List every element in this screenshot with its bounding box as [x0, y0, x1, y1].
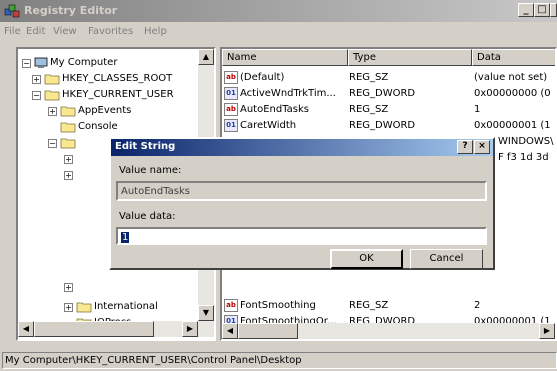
column-type[interactable]: Type — [348, 49, 472, 66]
value-type: REG_SZ — [349, 72, 389, 83]
folder-icon — [60, 122, 76, 133]
string-value-icon: ab — [224, 299, 238, 312]
value-data: WINDOWS\ — [498, 136, 554, 147]
expand-icon[interactable]: + — [64, 155, 73, 164]
value-type: REG_DWORD — [349, 88, 416, 99]
tree-item-control-panel[interactable]: − — [20, 135, 120, 151]
value-name: FontSmoothing — [240, 300, 316, 311]
tree-label: AppEvents — [78, 105, 132, 116]
scroll-up-icon[interactable]: ▲ — [198, 49, 214, 65]
list-horizontal-scrollbar[interactable]: ◀ ▶ — [222, 323, 555, 339]
scroll-thumb[interactable] — [34, 321, 154, 337]
dialog-title-bar: Edit String ? × — [111, 139, 493, 156]
value-data: 2 — [474, 300, 481, 311]
ok-button[interactable]: OK — [330, 249, 403, 269]
registry-editor-icon — [4, 4, 20, 18]
cancel-button[interactable]: Cancel — [410, 249, 483, 269]
minimize-button[interactable]: _ — [518, 3, 534, 17]
help-button[interactable]: ? — [457, 140, 473, 154]
menu-file[interactable]: File — [4, 26, 21, 37]
scroll-left-icon[interactable]: ◀ — [18, 321, 34, 337]
value-data: F f3 1d 3d — [498, 152, 549, 163]
open-folder-icon — [44, 90, 60, 101]
tree-label: HKEY_CURRENT_USER — [62, 89, 174, 100]
scroll-left-icon[interactable]: ◀ — [222, 323, 238, 339]
expand-icon[interactable]: + — [64, 303, 73, 312]
value-name: AutoEndTasks — [240, 104, 310, 115]
string-value-icon: ab — [224, 71, 238, 84]
expand-icon[interactable]: + — [48, 107, 57, 116]
value-name: ActiveWndTrkTim... — [240, 88, 336, 99]
column-name[interactable]: Name — [222, 49, 348, 66]
scroll-right-icon[interactable]: ▶ — [539, 323, 555, 339]
menu-bar: File Edit View Favorites Help — [0, 22, 557, 42]
expand-icon[interactable]: + — [64, 283, 73, 292]
tree-horizontal-scrollbar[interactable]: ◀ ▶ — [18, 321, 214, 337]
expand-icon[interactable]: + — [64, 171, 73, 180]
value-name: CaretWidth — [240, 120, 297, 131]
tree-label: HKEY_CLASSES_ROOT — [62, 73, 173, 84]
folder-icon — [76, 302, 92, 313]
scroll-thumb[interactable] — [238, 323, 298, 339]
menu-view[interactable]: View — [53, 26, 77, 37]
tree-label: International — [94, 301, 158, 312]
string-value-icon: ab — [224, 103, 238, 116]
status-path: My Computer\HKEY_CURRENT_USER\Control Pa… — [2, 352, 557, 369]
dialog-title: Edit String — [115, 141, 176, 152]
collapse-icon[interactable]: − — [32, 91, 41, 100]
list-row[interactable]: 01 ActiveWndTrkTim... REG_DWORD 0x000000… — [222, 86, 555, 102]
list-row[interactable]: 01 CaretWidth REG_DWORD 0x00000001 (1 — [222, 118, 555, 134]
expand-icon[interactable]: + — [32, 75, 41, 84]
value-type: REG_DWORD — [349, 120, 416, 131]
value-name-label: Value name: — [119, 165, 182, 176]
value-name: (Default) — [240, 72, 285, 83]
maximize-button[interactable]: □ — [534, 3, 550, 17]
value-data: 1 — [474, 104, 481, 115]
dword-value-icon: 01 — [224, 87, 238, 100]
status-bar: My Computer\HKEY_CURRENT_USER\Control Pa… — [0, 350, 557, 371]
dialog-close-button[interactable]: × — [474, 140, 490, 154]
selected-text: 1 — [121, 232, 130, 243]
folder-icon — [44, 74, 60, 85]
open-folder-icon — [60, 138, 76, 149]
column-data[interactable]: Data — [472, 49, 555, 66]
window-title: Registry Editor — [24, 4, 118, 17]
value-data: 0x00000001 (1 — [474, 120, 551, 131]
list-row[interactable]: ab AutoEndTasks REG_SZ 1 — [222, 102, 555, 118]
value-name-field: AutoEndTasks — [116, 181, 487, 201]
tree-label: My Computer — [50, 57, 118, 68]
list-header: Name Type Data — [222, 49, 555, 66]
computer-icon — [34, 57, 48, 68]
dword-value-icon: 01 — [224, 119, 238, 132]
edit-string-dialog: Edit String ? × Value name: AutoEndTasks… — [109, 137, 495, 270]
value-type: REG_SZ — [349, 104, 389, 115]
title-bar: Registry Editor _ □ — [0, 0, 557, 22]
value-type: REG_SZ — [349, 300, 389, 311]
tree-label: Console — [78, 121, 118, 132]
collapse-icon[interactable]: − — [22, 59, 31, 68]
scroll-right-icon[interactable]: ▶ — [182, 321, 198, 337]
collapse-icon[interactable]: − — [48, 139, 57, 148]
menu-help[interactable]: Help — [144, 26, 167, 37]
scroll-down-icon[interactable]: ▼ — [198, 305, 214, 321]
value-data: 0x00000000 (0 — [474, 88, 551, 99]
value-data-input[interactable]: 1 — [116, 227, 487, 245]
close-button[interactable] — [550, 3, 557, 17]
folder-icon — [60, 106, 76, 117]
menu-edit[interactable]: Edit — [26, 26, 45, 37]
menu-favorites[interactable]: Favorites — [88, 26, 133, 37]
list-row[interactable]: ab (Default) REG_SZ (value not set) — [222, 70, 555, 86]
value-data-label: Value data: — [119, 211, 176, 222]
list-row[interactable]: ab FontSmoothing REG_SZ 2 — [222, 298, 555, 314]
value-data: (value not set) — [474, 72, 548, 83]
